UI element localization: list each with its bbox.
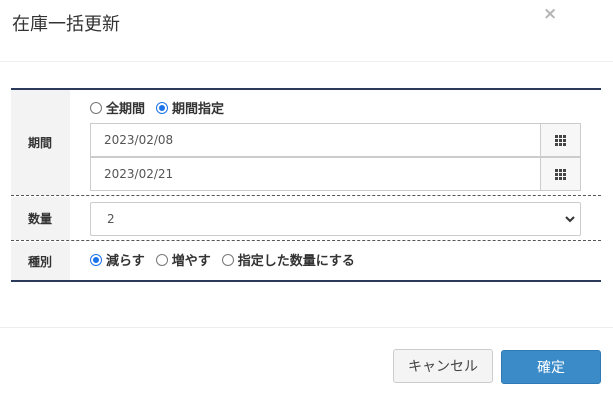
start-date-field[interactable]: 2023/02/08 [90, 123, 581, 157]
bulk-stock-update-modal: 在庫一括更新 × 期間 全期間 期間指定 2023/02/08 2023/02/… [0, 0, 613, 399]
type-radio-group: 減らす 増やす 指定した数量にする [90, 250, 366, 269]
radio-decrease-circle[interactable] [90, 253, 102, 266]
quantity-value: 2 [107, 212, 115, 226]
radio-increase[interactable]: 増やす [155, 250, 211, 269]
radio-increase-label: 増やす [171, 254, 211, 269]
radio-decrease[interactable]: 減らす [90, 250, 145, 269]
start-date-value: 2023/02/08 [104, 133, 174, 147]
quantity-label: 数量 [11, 197, 70, 240]
radio-all-period[interactable]: 全期間 [90, 98, 145, 117]
period-label: 期間 [11, 90, 70, 195]
radio-increase-circle[interactable] [155, 253, 168, 266]
modal-footer: キャンセル 確定 [0, 327, 613, 399]
form-table: 期間 全期間 期間指定 2023/02/08 2023/02/21 数量 2 種… [11, 88, 601, 282]
end-date-value: 2023/02/21 [104, 167, 174, 181]
modal-title: 在庫一括更新 [12, 14, 120, 35]
chevron-down-icon [565, 216, 575, 223]
quantity-select[interactable]: 2 [90, 202, 581, 236]
radio-set-quantity[interactable]: 指定した数量にする [221, 250, 355, 269]
quantity-row: 数量 2 [11, 197, 601, 241]
radio-period-specified-label: 期間指定 [172, 102, 225, 117]
confirm-button[interactable]: 確定 [501, 350, 601, 384]
period-radio-group: 全期間 期間指定 [90, 98, 235, 117]
radio-set-quantity-circle[interactable] [221, 253, 234, 266]
radio-all-period-circle[interactable] [90, 101, 102, 114]
end-date-field[interactable]: 2023/02/21 [90, 157, 581, 191]
radio-period-specified[interactable]: 期間指定 [156, 98, 224, 117]
cancel-button[interactable]: キャンセル [393, 349, 493, 383]
radio-all-period-label: 全期間 [106, 102, 146, 117]
radio-set-quantity-label: 指定した数量にする [237, 254, 355, 269]
type-row: 種別 減らす 増やす 指定した数量にする [11, 242, 601, 280]
type-label: 種別 [11, 242, 70, 280]
modal-header: 在庫一括更新 × [0, 0, 613, 62]
calendar-icon[interactable] [540, 158, 580, 190]
calendar-icon[interactable] [540, 124, 580, 156]
period-row: 期間 全期間 期間指定 2023/02/08 2023/02/21 [11, 90, 601, 196]
radio-decrease-label: 減らす [106, 254, 145, 269]
radio-period-specified-circle[interactable] [156, 101, 169, 114]
close-icon[interactable]: × [543, 4, 557, 24]
